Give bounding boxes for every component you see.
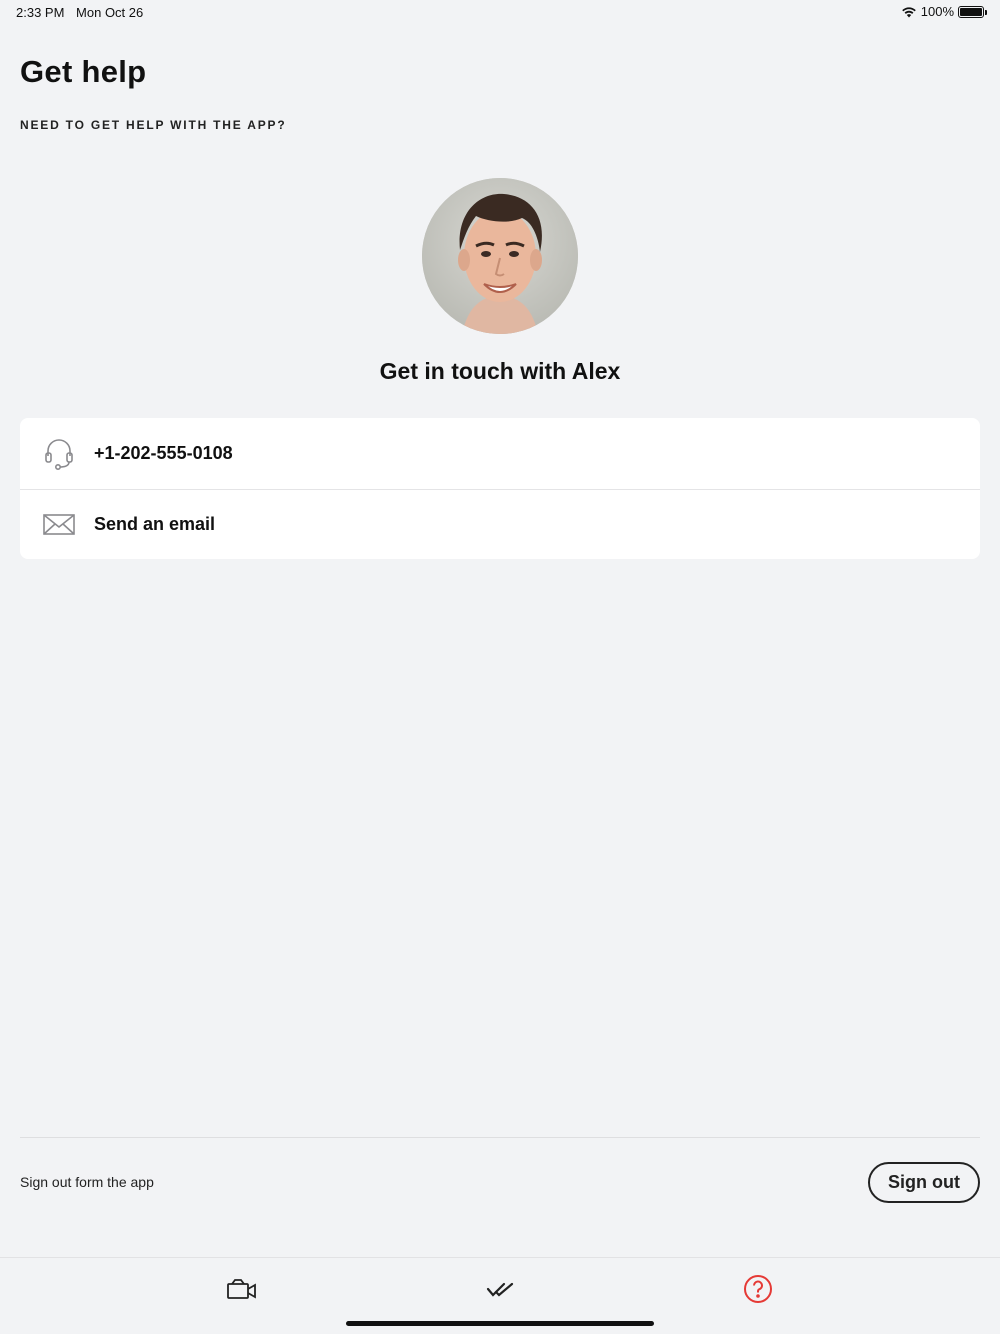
tab-video[interactable]: [225, 1272, 259, 1306]
battery-icon: [958, 5, 987, 18]
status-date: Mon Oct 26: [76, 5, 144, 20]
phone-number: +1-202-555-0108: [94, 442, 233, 463]
avatar: [422, 178, 578, 334]
divider: [20, 1137, 980, 1138]
contact-card: +1-202-555-0108 Send an email: [20, 418, 980, 559]
page-title: Get help: [20, 54, 147, 89]
headset-icon: [42, 436, 76, 471]
status-bar: 2:33 PM Mon Oct 26 100%: [0, 0, 1000, 24]
sign-out-button[interactable]: Sign out: [868, 1162, 980, 1203]
wifi-icon: [901, 6, 916, 17]
status-left: 2:33 PM Mon Oct 26: [16, 5, 151, 20]
battery-percent: 100%: [920, 4, 954, 19]
tab-help[interactable]: [741, 1272, 775, 1306]
video-camera-icon: [227, 1279, 256, 1299]
home-indicator: [346, 1321, 654, 1326]
tab-tasks[interactable]: [483, 1272, 517, 1306]
email-row[interactable]: Send an email: [20, 488, 980, 560]
phone-row[interactable]: +1-202-555-0108: [20, 418, 980, 489]
double-check-icon: [486, 1282, 514, 1297]
help-icon: [744, 1275, 772, 1303]
email-label: Send an email: [94, 513, 216, 534]
section-subtitle: NEED TO GET HELP WITH THE APP?: [20, 118, 287, 132]
status-right: 100%: [901, 4, 987, 19]
person-photo-icon: [422, 178, 578, 334]
signout-description: Sign out form the app: [20, 1174, 154, 1190]
contact-heading: Get in touch with Alex: [379, 358, 621, 384]
status-time: 2:33 PM: [16, 5, 65, 20]
envelope-icon: [42, 507, 76, 541]
